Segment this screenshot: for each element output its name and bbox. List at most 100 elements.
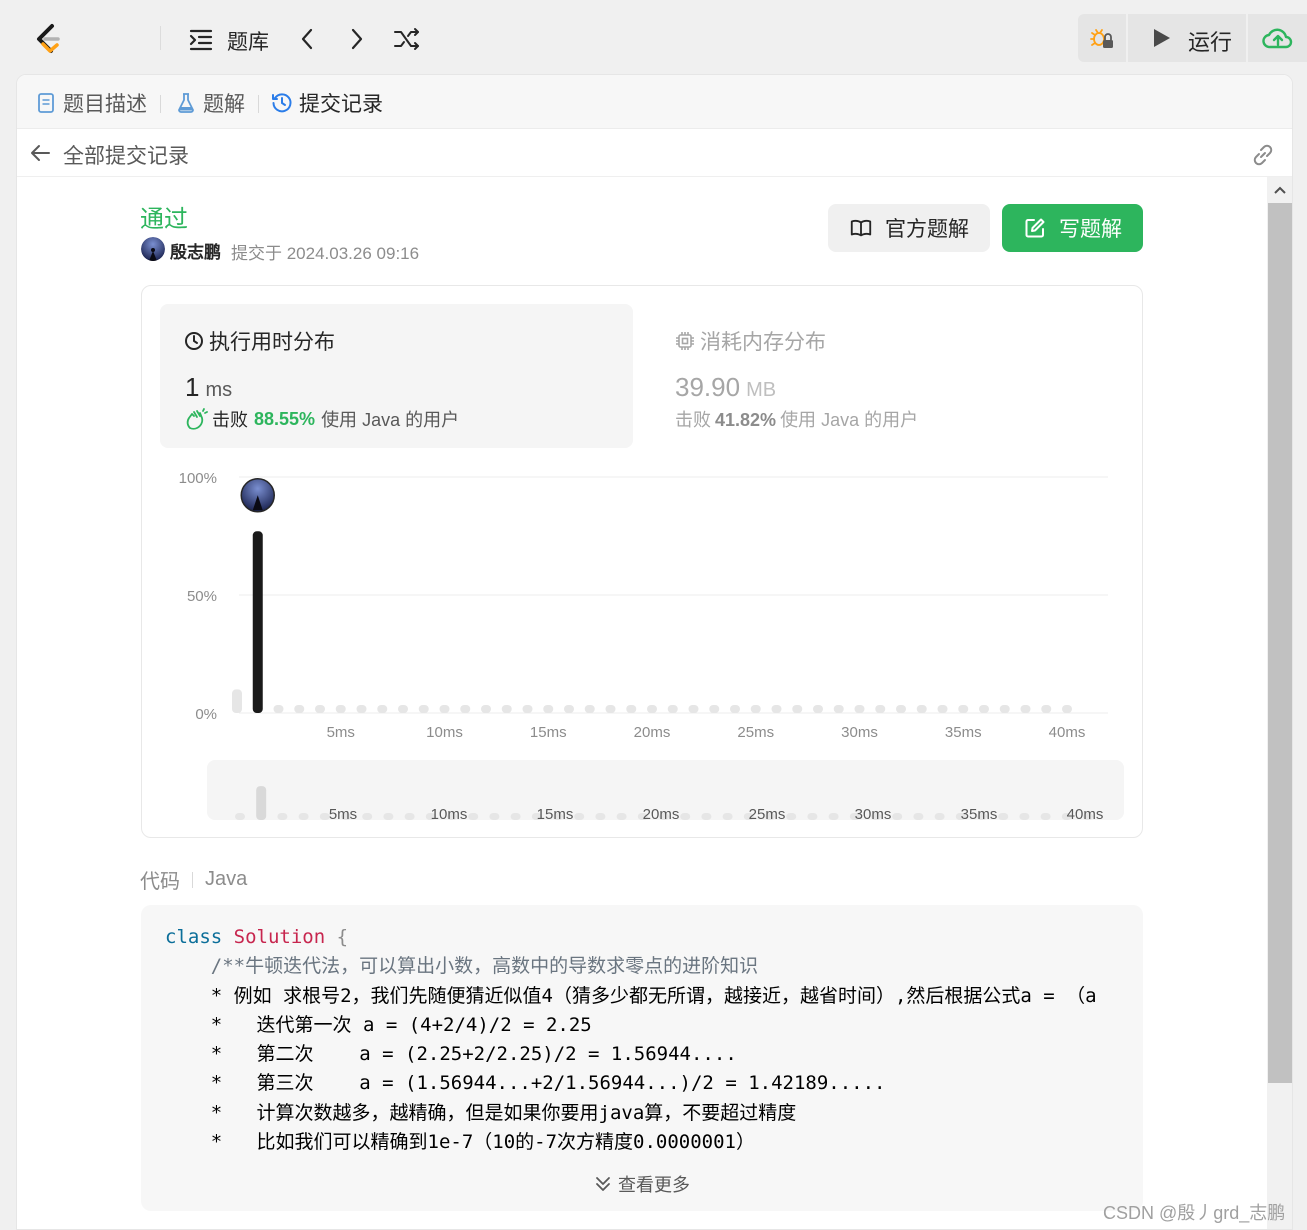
code-line: * 迭代第一次 a = (4+2/4)/2 = 2.25 [165, 1013, 592, 1036]
memory-tab[interactable]: 消耗内存分布 [675, 326, 826, 356]
status-accepted: 通过 [140, 206, 188, 233]
mini-bar [362, 813, 373, 820]
bar [543, 705, 554, 713]
bar [647, 705, 657, 713]
tab-separator [160, 95, 161, 113]
chip-icon [676, 332, 694, 350]
code-line: * 例如 求根号2，我们先随便猜近似值4（猜多少都无所谓，越接近，越省时间）,然… [165, 984, 1097, 1007]
code-header: 代码 Java [140, 865, 247, 894]
stats-card: 执行用时分布 1 ms 击败 88.55% 使用 Java 的用户 消耗内存分布 … [141, 285, 1143, 838]
y-tick-label: 50% [187, 588, 217, 605]
range-overview-chart[interactable]: 5ms 10ms 15ms 20ms 25ms 30ms 35ms 40ms [207, 760, 1124, 820]
memory-unit: MB [746, 379, 777, 401]
mini-bar [404, 813, 415, 820]
mini-x-tick-label: 15ms [537, 806, 574, 820]
tab-description[interactable]: 题目描述 [35, 89, 147, 117]
bar [833, 705, 844, 713]
view-more-button[interactable]: 查看更多 [594, 1171, 690, 1197]
highlighted-bar [252, 531, 263, 713]
bar [232, 689, 242, 713]
write-solution-button[interactable]: 写题解 [1002, 204, 1143, 252]
runtime-number: 1 [185, 372, 200, 402]
y-tick-label: 100% [179, 470, 217, 487]
book-icon [849, 216, 873, 240]
tab-solutions[interactable]: 题解 [175, 89, 245, 117]
memory-beats: 击败 41.82% 使用 Java 的用户 [675, 406, 918, 432]
code-header-separator [192, 871, 193, 888]
runtime-panel[interactable]: 执行用时分布 1 ms 击败 88.55% 使用 Java 的用户 [160, 304, 633, 448]
mini-x-tick-label: 5ms [329, 806, 357, 820]
bar [750, 705, 761, 713]
bar [564, 705, 574, 713]
avatar[interactable] [141, 237, 165, 261]
bar [418, 705, 429, 713]
x-tick-label: 40ms [1049, 724, 1086, 741]
code-line: class Solution { [165, 926, 349, 948]
beats-label: 击败 [675, 410, 711, 430]
scrollbar[interactable] [1267, 177, 1292, 1229]
bar [522, 705, 533, 713]
submitted-time: 提交于 2024.03.26 09:16 [231, 244, 420, 263]
shuffle-icon[interactable] [392, 24, 422, 54]
code-lines: class Solution { /**牛顿迭代法，可以算出小数，高数中的导数求… [165, 923, 1097, 1157]
runtime-title: 执行用时分布 [184, 326, 335, 356]
next-problem-icon[interactable] [342, 24, 372, 54]
bar [937, 705, 948, 713]
link-icon[interactable] [1249, 141, 1277, 169]
code-language: Java [205, 868, 248, 890]
tab-separator [258, 95, 259, 113]
x-tick-label: 25ms [737, 724, 774, 741]
memory-title-text: 消耗内存分布 [700, 331, 826, 354]
beats-description: 使用 Java 的用户 [780, 410, 919, 430]
bar [377, 705, 388, 713]
mini-bar [595, 813, 606, 820]
play-icon [1154, 29, 1170, 47]
mini-bar [489, 813, 500, 820]
bar [460, 705, 471, 713]
runtime-distribution-chart[interactable]: 100% 50% 0% 5ms 10ms 15ms 20ms 25ms 30ms 35ms 40ms [142, 456, 1142, 746]
all-submissions-link[interactable]: 全部提交记录 [63, 140, 189, 170]
history-icon [271, 92, 293, 114]
tab-submissions[interactable]: 提交记录 [271, 89, 383, 117]
problem-list-icon[interactable] [188, 26, 214, 52]
problems-label[interactable]: 题库 [227, 26, 269, 56]
bar [792, 705, 803, 713]
bar [958, 705, 969, 713]
mini-bar [934, 813, 945, 820]
beats-label: 击败 [212, 410, 248, 430]
prev-problem-icon[interactable] [292, 24, 322, 54]
mini-x-tick-label: 25ms [749, 806, 786, 820]
clap-icon [186, 408, 208, 430]
back-arrow-icon[interactable] [29, 141, 53, 165]
beats-percentage: 41.82% [715, 410, 777, 430]
submit-button[interactable] [1248, 14, 1307, 62]
scrollbar-thumb[interactable] [1268, 203, 1292, 1083]
bar [626, 705, 637, 713]
mini-x-tick-label: 35ms [961, 806, 998, 820]
bar [813, 705, 823, 713]
bar [1020, 705, 1031, 713]
clock-icon [185, 332, 203, 350]
top-navbar: 题库 运行 [0, 0, 1307, 74]
runtime-title-text: 执行用时分布 [209, 331, 335, 354]
run-button[interactable]: 运行 [1128, 14, 1246, 62]
x-tick-label: 15ms [530, 724, 567, 741]
username[interactable]: 殷志鹏 [170, 238, 221, 263]
debug-button[interactable] [1078, 14, 1126, 62]
bar [605, 705, 616, 713]
official-solution-button[interactable]: 官方题解 [828, 204, 990, 252]
run-label: 运行 [1188, 30, 1233, 55]
mini-bar [256, 786, 267, 820]
bar [294, 705, 305, 713]
code-line: * 第二次 a = (2.25+2/2.25)/2 = 1.56944.... [165, 1043, 737, 1066]
mini-bar [680, 813, 691, 820]
submission-panel: 题目描述 题解 提交记录 全部提交记录 通过 殷志鹏 提交于 2024.03.2… [16, 74, 1293, 1230]
mini-bar [574, 813, 585, 820]
leetcode-logo-icon[interactable] [30, 20, 66, 56]
code-line: /**牛顿迭代法，可以算出小数，高数中的导数求零点的进阶知识 [165, 955, 759, 978]
scroll-up-arrow-icon[interactable] [1267, 177, 1292, 203]
nav-divider [160, 26, 161, 50]
mini-bar [913, 813, 924, 820]
bar [999, 705, 1010, 713]
code-block[interactable]: class Solution { /**牛顿迭代法，可以算出小数，高数中的导数求… [141, 905, 1143, 1211]
